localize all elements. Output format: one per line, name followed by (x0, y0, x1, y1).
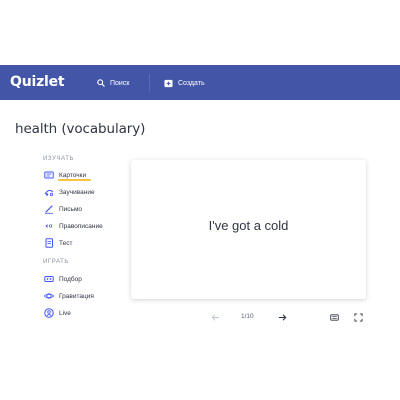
next-card-button[interactable] (276, 311, 288, 323)
active-item-underline (58, 179, 91, 181)
arrow-left-icon (211, 313, 219, 321)
sidebar-item-live[interactable]: Live (44, 307, 71, 319)
top-navigation-bar: Quizlet Поиск Создать (0, 65, 400, 100)
sidebar-item-label: Подбор (59, 275, 82, 283)
page-title: health (vocabulary) (15, 121, 146, 137)
spell-icon (45, 223, 53, 229)
options-button[interactable] (328, 311, 340, 323)
search-icon (97, 79, 105, 87)
sidebar-item-gravity[interactable]: Гравитация (44, 290, 94, 302)
play-section-heading: ИГРАТЬ (43, 259, 69, 265)
quizlet-logo[interactable]: Quizlet (10, 74, 65, 90)
flashcard-term: I've got a cold (208, 218, 289, 233)
sidebar-item-label: Письмо (59, 205, 83, 213)
create-icon (164, 79, 173, 87)
arrow-right-icon (278, 313, 286, 321)
sidebar-item-label: Тест (59, 239, 73, 247)
gravity-icon (44, 293, 54, 299)
sidebar-item-label: Гравитация (59, 292, 94, 300)
fullscreen-icon (353, 312, 363, 322)
sidebar-item-spell[interactable]: Правописание (44, 220, 103, 232)
write-icon (45, 205, 53, 214)
sidebar-item-test[interactable]: Тест (44, 237, 72, 249)
create-button[interactable]: Создать (164, 75, 205, 91)
flashcard[interactable]: I've got a cold (131, 160, 366, 299)
sidebar-item-label: Карточки (59, 171, 87, 179)
previous-card-button[interactable] (209, 311, 221, 323)
search-button[interactable]: Поиск (97, 75, 129, 91)
sidebar-item-learn[interactable]: Заучивание (44, 186, 95, 198)
sidebar-item-write[interactable]: Письмо (44, 203, 82, 215)
match-icon (44, 276, 54, 282)
sidebar-item-match[interactable]: Подбор (44, 273, 82, 285)
sidebar-item-label: Правописание (59, 222, 103, 230)
nav-divider (149, 74, 150, 92)
create-label: Создать (178, 79, 205, 87)
study-section-heading: ИЗУЧАТЬ (43, 156, 75, 162)
card-counter: 1/10 (241, 313, 254, 320)
cards-icon (44, 171, 54, 179)
keyboard-icon (329, 313, 339, 321)
search-label: Поиск (110, 79, 130, 87)
fullscreen-button[interactable] (352, 311, 364, 323)
sidebar-item-label: Заучивание (59, 188, 95, 196)
live-icon (44, 308, 54, 318)
sidebar-item-label: Live (59, 309, 71, 317)
test-icon (45, 238, 53, 248)
learn-icon (44, 189, 54, 197)
